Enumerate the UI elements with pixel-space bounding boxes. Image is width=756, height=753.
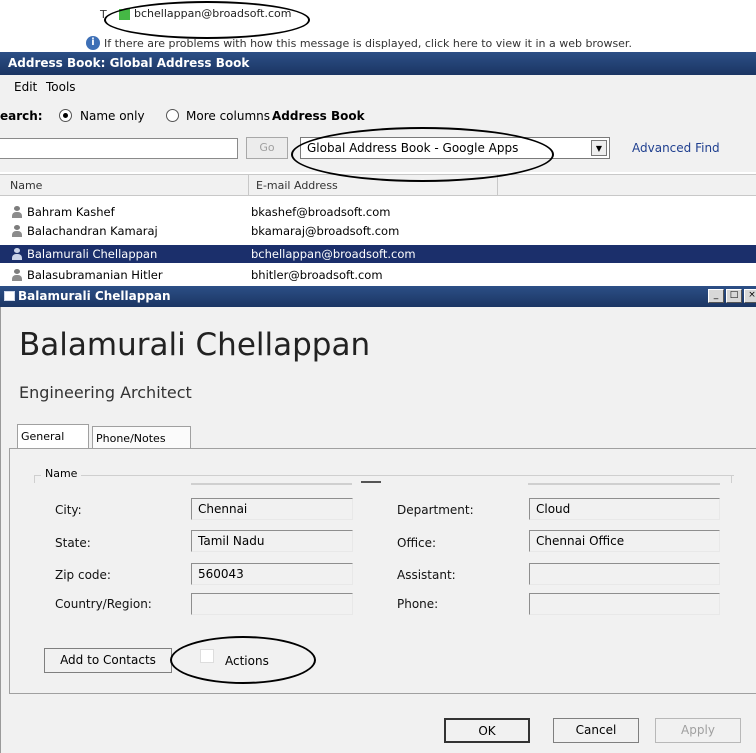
zip-label: Zip code:	[55, 568, 111, 582]
phone-label: Phone:	[397, 597, 439, 611]
state-field[interactable]: Tamil Nadu	[191, 530, 353, 552]
department-field[interactable]: Cloud	[529, 498, 720, 520]
person-icon	[12, 269, 22, 281]
email-header: T bchellappan@broadsoft.com i If there a…	[0, 0, 756, 52]
address-book-select[interactable]: Global Address Book - Google Apps ▼	[300, 137, 610, 159]
address-book-titlebar: Address Book: Global Address Book	[0, 52, 756, 75]
apply-button[interactable]: Apply	[655, 718, 741, 743]
name-group-label: Name	[41, 467, 82, 480]
search-input[interactable]	[0, 138, 238, 159]
contact-card-body: Balamurali Chellappan Engineering Archit…	[0, 307, 756, 753]
city-label: City:	[55, 503, 82, 517]
column-header-email[interactable]: E-mail Address	[256, 179, 338, 192]
info-icon: i	[86, 36, 100, 50]
cancel-button[interactable]: Cancel	[553, 718, 639, 743]
row-email: bkamaraj@broadsoft.com	[251, 224, 400, 238]
radio-more-columns-label: More columns	[186, 109, 270, 123]
minimize-button[interactable]: _	[708, 289, 724, 303]
clipped-field-edge	[191, 483, 352, 485]
person-icon	[12, 225, 22, 237]
maximize-button[interactable]: □	[726, 289, 742, 303]
add-to-contacts-button[interactable]: Add to Contacts	[44, 648, 172, 673]
ok-button[interactable]: OK	[444, 718, 530, 743]
clipped-field-edge	[528, 483, 720, 485]
name-group-border	[34, 475, 35, 483]
row-name: Balasubramanian Hitler	[27, 268, 163, 282]
menubar: Edit Tools	[0, 75, 756, 100]
column-divider[interactable]	[248, 175, 249, 196]
row-name: Balachandran Kamaraj	[27, 224, 158, 238]
contact-card-titlebar: Balamurali Chellappan _ □ ×	[0, 286, 756, 307]
actions-checkbox[interactable]	[200, 649, 214, 663]
phone-field[interactable]	[529, 593, 720, 615]
country-field[interactable]	[191, 593, 353, 615]
search-label: earch:	[0, 109, 43, 123]
table-row[interactable]: Balasubramanian Hitler bhitler@broadsoft…	[0, 266, 756, 284]
radio-name-only-label: Name only	[80, 109, 145, 123]
table-row[interactable]: Bahram Kashef bkashef@broadsoft.com	[0, 203, 756, 221]
contact-card-icon	[4, 291, 15, 301]
assistant-label: Assistant:	[397, 568, 456, 582]
tab-phone-notes[interactable]: Phone/Notes	[92, 426, 191, 450]
country-label: Country/Region:	[55, 597, 152, 611]
column-divider[interactable]	[497, 175, 498, 196]
advanced-find-link[interactable]: Advanced Find	[632, 141, 720, 155]
address-book-title: Address Book: Global Address Book	[8, 56, 250, 70]
assistant-field[interactable]	[529, 563, 720, 585]
column-header-name[interactable]: Name	[10, 179, 42, 192]
row-email: bchellappan@broadsoft.com	[251, 247, 416, 261]
address-book-select-value: Global Address Book - Google Apps	[307, 141, 519, 155]
menu-tools[interactable]: Tools	[46, 80, 76, 94]
office-label: Office:	[397, 536, 437, 550]
radio-name-only[interactable]	[59, 109, 72, 122]
radio-more-columns[interactable]	[166, 109, 179, 122]
zip-field[interactable]: 560043	[191, 563, 353, 585]
row-email: bhitler@broadsoft.com	[251, 268, 383, 282]
table-row[interactable]: Balachandran Kamaraj bkamaraj@broadsoft.…	[0, 222, 756, 240]
chevron-down-icon[interactable]: ▼	[591, 140, 607, 156]
office-field[interactable]: Chennai Office	[529, 530, 720, 552]
table-header: Name E-mail Address	[0, 174, 756, 196]
name-group-border	[731, 475, 732, 483]
tab-general[interactable]: General	[17, 424, 89, 449]
contact-job-title: Engineering Architect	[19, 383, 192, 402]
state-label: State:	[55, 536, 91, 550]
contact-full-name: Balamurali Chellappan	[19, 327, 371, 363]
presence-status-icon	[119, 9, 130, 20]
contact-card-title: Balamurali Chellappan	[18, 289, 171, 303]
address-list: Bahram Kashef bkashef@broadsoft.com Bala…	[0, 203, 756, 285]
info-bar-text[interactable]: If there are problems with how this mess…	[104, 37, 632, 50]
actions-button[interactable]: Actions	[225, 654, 269, 668]
person-icon	[12, 206, 22, 218]
search-options-row: earch: Name only More columns Address Bo…	[0, 100, 756, 132]
row-name: Balamurali Chellappan	[27, 247, 158, 261]
department-label: Department:	[397, 503, 474, 517]
to-label: T	[100, 8, 107, 21]
go-button[interactable]: Go	[246, 137, 288, 159]
menu-edit[interactable]: Edit	[14, 80, 37, 94]
row-email: bkashef@broadsoft.com	[251, 205, 391, 219]
search-input-row: Go Global Address Book - Google Apps ▼ A…	[0, 132, 756, 172]
row-name: Bahram Kashef	[27, 205, 115, 219]
person-icon	[12, 248, 22, 260]
close-button[interactable]: ×	[744, 289, 756, 303]
city-field[interactable]: Chennai	[191, 498, 353, 520]
address-book-label: Address Book	[272, 109, 365, 123]
table-row-selected[interactable]: Balamurali Chellappan bchellappan@broads…	[0, 245, 756, 263]
recipient-email[interactable]: bchellappan@broadsoft.com	[134, 7, 291, 20]
clipped-field-edge	[361, 481, 381, 483]
